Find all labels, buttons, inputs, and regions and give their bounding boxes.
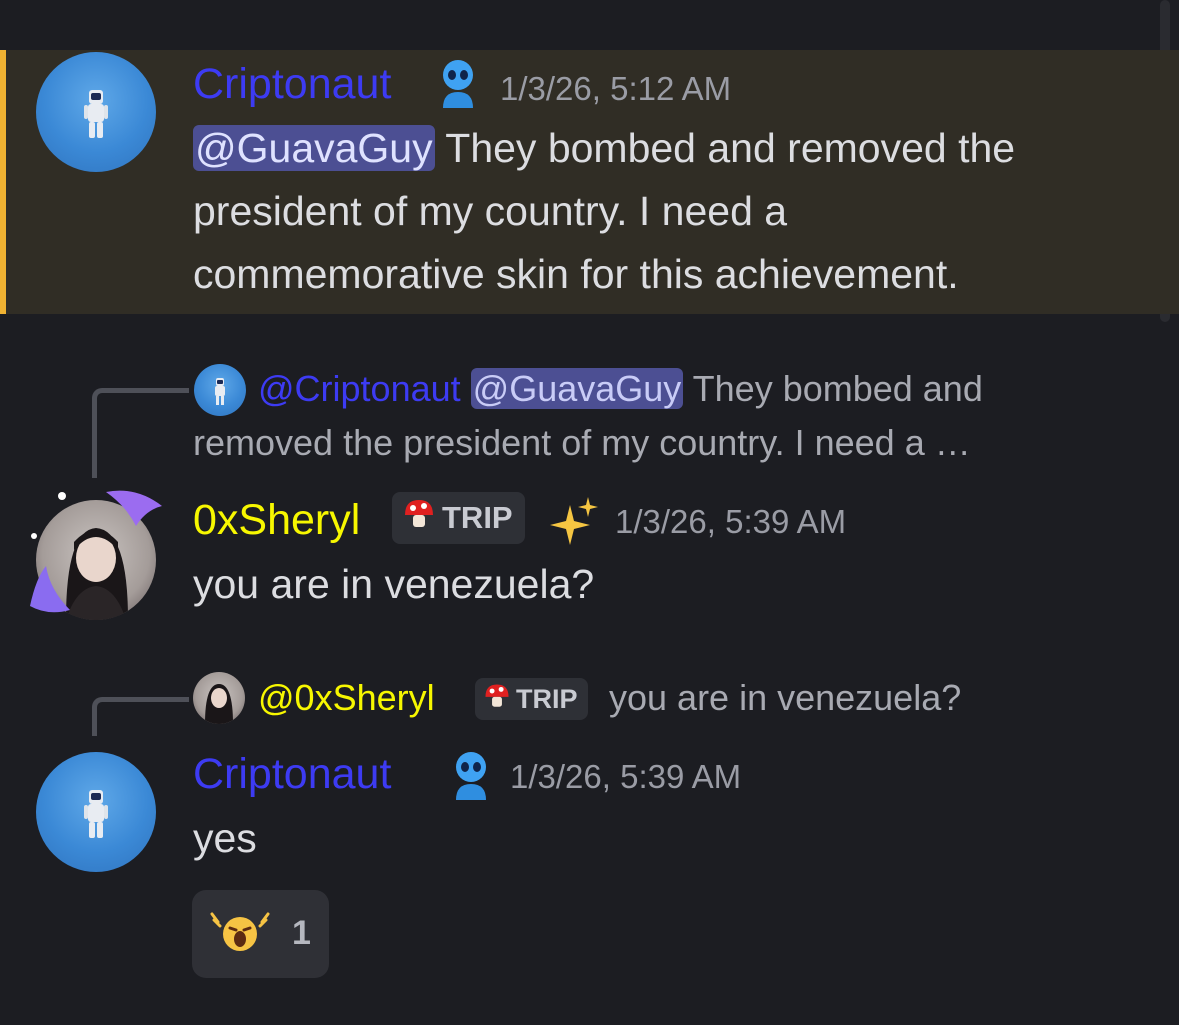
reply-author[interactable]: @Criptonaut: [258, 368, 461, 409]
reply-avatar[interactable]: [193, 672, 245, 724]
message-timestamp[interactable]: 1/3/26, 5:12 AM: [500, 70, 731, 108]
reply-author[interactable]: @0xSheryl: [258, 677, 435, 718]
profile-photo-icon: [205, 684, 233, 724]
mushroom-icon: [483, 682, 511, 717]
blue-alien-icon: [450, 750, 492, 805]
server-tag[interactable]: TRIP: [392, 492, 525, 544]
message-text-line: president of my country. I need a: [193, 188, 788, 234]
astronaut-icon: [215, 378, 225, 405]
reply-connector: [92, 388, 189, 478]
mushroom-icon: [402, 497, 436, 539]
top-bar: [0, 0, 1179, 50]
user-mention[interactable]: @GuavaGuy: [470, 368, 684, 409]
message-text-line: They bombed and removed the: [445, 125, 1016, 171]
message-timestamp[interactable]: 1/3/26, 5:39 AM: [615, 503, 846, 541]
highlight-bar: [0, 50, 6, 314]
blue-alien-icon: [437, 58, 479, 113]
avatar-criptonaut[interactable]: [36, 52, 156, 172]
reply-preview[interactable]: @Criptonaut @GuavaGuy They bombed and: [258, 368, 983, 410]
author-name[interactable]: 0xSheryl: [193, 496, 360, 545]
server-tag[interactable]: TRIP: [475, 678, 588, 720]
message-content: you are in venezuela?: [193, 561, 595, 607]
astronaut-icon: [84, 90, 108, 138]
reply-text[interactable]: you are in venezuela?: [609, 677, 961, 719]
message-text-line: commemorative skin for this achievement.: [193, 251, 959, 297]
reply-preview-line2[interactable]: removed the president of my country. I n…: [193, 422, 971, 464]
reply-text: They bombed and: [692, 368, 983, 409]
avatar-decoration-icon: [26, 486, 176, 631]
reply-preview[interactable]: @0xSheryl: [258, 677, 435, 719]
author-name[interactable]: Criptonaut: [193, 750, 391, 799]
avatar-criptonaut[interactable]: [36, 752, 156, 872]
crying-face-icon: [210, 910, 270, 959]
message-timestamp[interactable]: 1/3/26, 5:39 AM: [510, 758, 741, 796]
astronaut-icon: [84, 790, 108, 838]
tag-label: TRIP: [516, 683, 578, 714]
reaction-count: 1: [292, 914, 311, 952]
reply-connector: [92, 697, 189, 736]
reaction-button[interactable]: 1: [192, 890, 329, 978]
reply-avatar[interactable]: [194, 364, 246, 416]
user-mention[interactable]: @GuavaGuy: [193, 125, 435, 171]
sparkles-icon: [550, 497, 598, 552]
author-name[interactable]: Criptonaut: [193, 60, 391, 109]
message-content: yes: [193, 815, 257, 861]
tag-label: TRIP: [442, 500, 513, 535]
message-content: @GuavaGuy They bombed and removed the pr…: [193, 117, 1153, 306]
